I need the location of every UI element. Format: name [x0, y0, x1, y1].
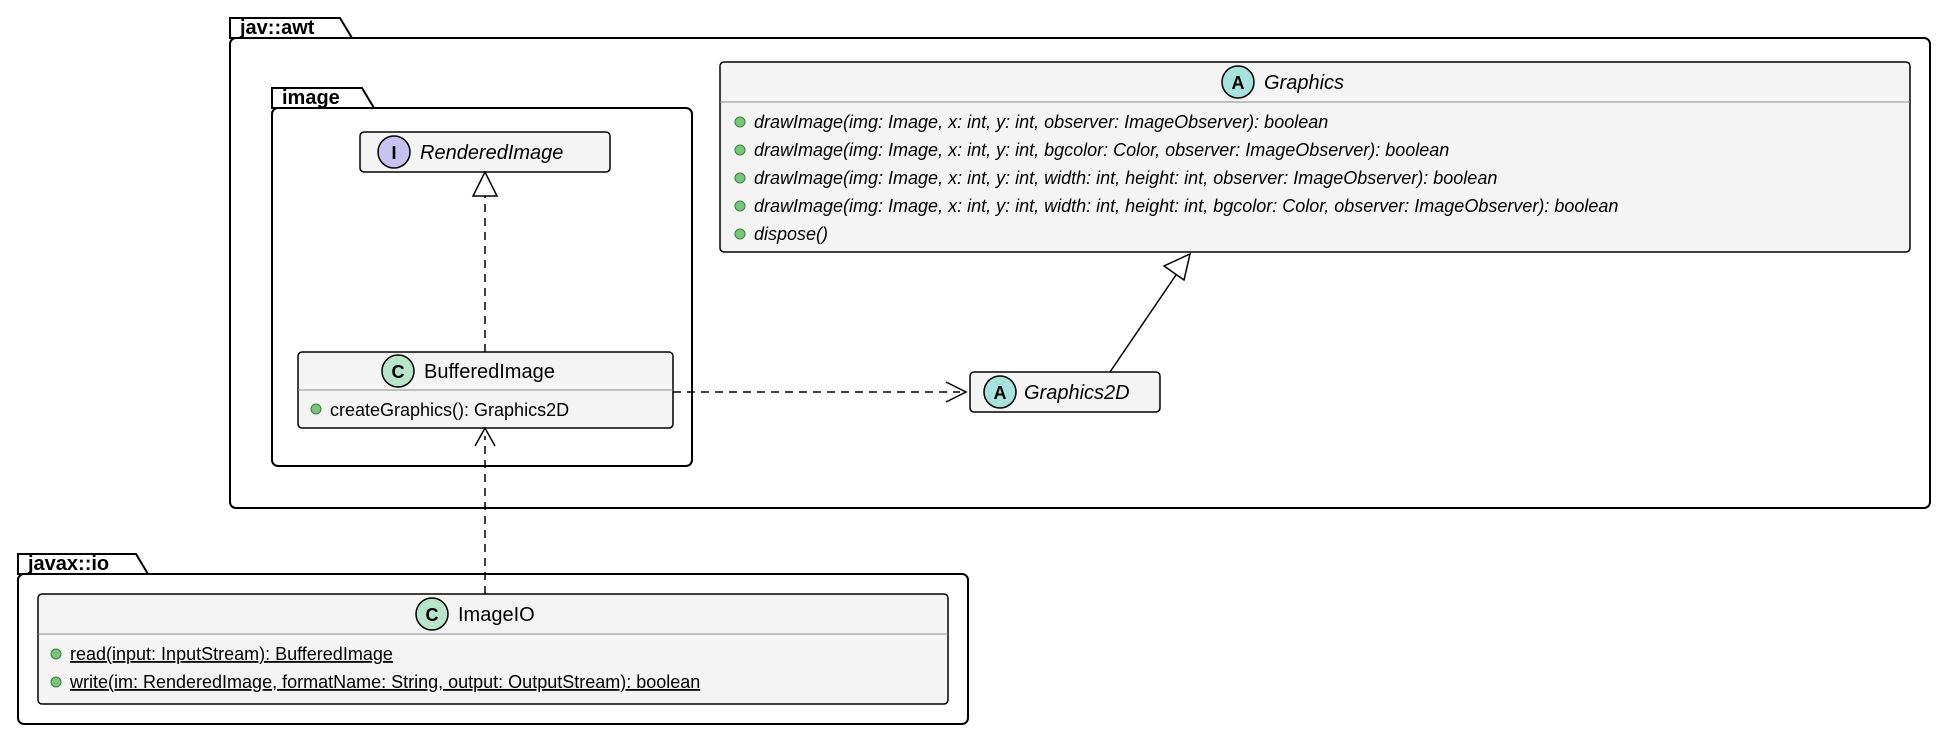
class-badge-letter: C	[426, 605, 439, 625]
package-awt-label: jav::awt	[239, 17, 315, 39]
relation-bufferedimage-renderedimage	[473, 172, 497, 352]
public-dot-icon	[735, 145, 745, 155]
public-dot-icon	[735, 117, 745, 127]
public-dot-icon	[735, 173, 745, 183]
public-dot-icon	[311, 404, 321, 414]
package-io-label: javax::io	[27, 553, 109, 575]
class-graphics: A Graphics drawImage(img: Image, x: int,…	[720, 62, 1910, 252]
package-image-label: image	[282, 87, 340, 109]
interface-badge-letter: I	[391, 143, 396, 163]
bufferedimage-member-0: createGraphics(): Graphics2D	[330, 400, 569, 420]
public-dot-icon	[735, 201, 745, 211]
graphics-member-3: drawImage(img: Image, x: int, y: int, wi…	[754, 196, 1618, 216]
graphics2d-name: Graphics2D	[1024, 382, 1130, 404]
renderedimage-name: RenderedImage	[420, 142, 563, 164]
class-imageio: C ImageIO read(input: InputStream): Buff…	[38, 594, 948, 704]
relation-graphics2d-graphics	[1110, 254, 1190, 372]
class-graphics2d: A Graphics2D	[970, 372, 1160, 412]
relation-bufferedimage-graphics2d	[673, 382, 966, 402]
class-renderedimage: I RenderedImage	[360, 132, 610, 172]
relation-imageio-bufferedimage	[475, 428, 495, 594]
bufferedimage-name: BufferedImage	[424, 361, 555, 383]
graphics-member-1: drawImage(img: Image, x: int, y: int, bg…	[754, 140, 1449, 160]
abstract-badge-letter: A	[1232, 73, 1245, 93]
abstract-badge-letter: A	[994, 383, 1007, 403]
imageio-member-1: write(im: RenderedImage, formatName: Str…	[69, 672, 700, 692]
class-bufferedimage: C BufferedImage createGraphics(): Graphi…	[298, 352, 673, 428]
graphics-name: Graphics	[1264, 72, 1344, 94]
public-dot-icon	[51, 677, 61, 687]
graphics-member-4: dispose()	[754, 224, 828, 244]
imageio-name: ImageIO	[458, 604, 535, 626]
public-dot-icon	[735, 229, 745, 239]
uml-diagram: jav::awt image I RenderedImage C Buffere…	[0, 0, 1948, 738]
graphics-member-2: drawImage(img: Image, x: int, y: int, wi…	[754, 168, 1497, 188]
class-badge-letter: C	[392, 362, 405, 382]
public-dot-icon	[51, 649, 61, 659]
graphics-member-0: drawImage(img: Image, x: int, y: int, ob…	[754, 112, 1328, 132]
imageio-member-0: read(input: InputStream): BufferedImage	[70, 644, 393, 664]
